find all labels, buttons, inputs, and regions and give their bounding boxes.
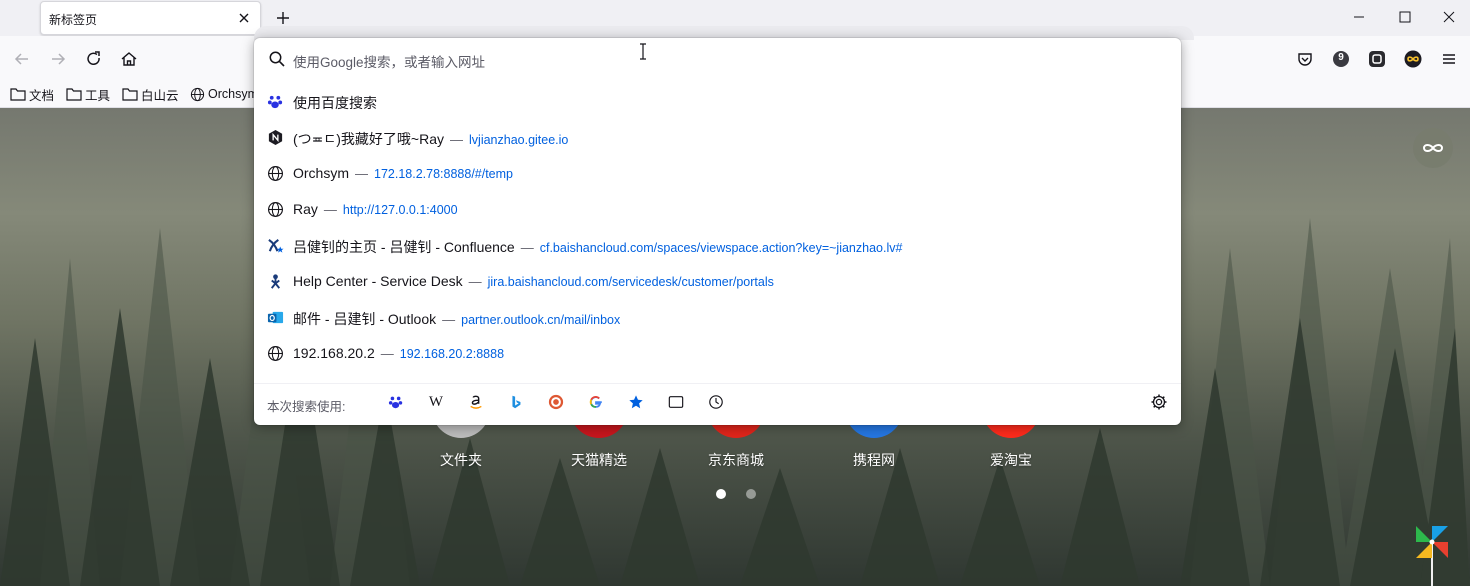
maximize-icon[interactable]	[1382, 6, 1428, 28]
result-url: lvjianzhao.gitee.io	[469, 133, 569, 147]
tab-title: 新标签页	[49, 13, 98, 27]
bookmark-label: 文档	[29, 88, 55, 103]
window-close-icon[interactable]	[1426, 6, 1470, 28]
globe-icon	[268, 346, 283, 361]
result-separator: —	[520, 240, 534, 255]
result-separator: —	[468, 274, 482, 289]
result-separator: —	[323, 202, 337, 217]
bookmark-folder-docs[interactable]: 文档	[10, 85, 54, 103]
text-cursor-icon	[640, 43, 646, 60]
tab-new-tab[interactable]: 新标签页	[40, 1, 261, 35]
bookmark-orchsym[interactable]: Orchsym	[190, 85, 258, 103]
bookmark-label: Orchsym	[208, 87, 258, 101]
folder-icon	[122, 88, 138, 101]
duckduckgo-icon[interactable]	[547, 393, 565, 411]
top-site-label[interactable]: 爱淘宝	[961, 450, 1061, 470]
bookmarks-star-icon[interactable]	[627, 393, 645, 411]
jira-icon	[270, 274, 281, 289]
urlbar-placeholder: 使用Google搜索，或者输入网址	[293, 55, 486, 70]
close-icon[interactable]	[236, 10, 252, 26]
n-site-icon	[268, 129, 283, 146]
result-url: jira.baishancloud.com/servicedesk/custom…	[487, 275, 774, 289]
top-site-label[interactable]: 京东商城	[686, 450, 786, 470]
top-site-label[interactable]: 天猫精选	[549, 450, 649, 470]
result-separator: —	[355, 166, 368, 181]
plus-icon[interactable]	[274, 9, 292, 27]
result-separator: —	[380, 346, 394, 361]
urlbar-popup: 使用Google搜索，或者输入网址 使用百度搜索 (つ≖ㄷ)我藏好了哦~Ray —…	[254, 38, 1181, 425]
result-row[interactable]: Ray — http://127.0.0.1:4000	[254, 192, 1181, 228]
top-site-label[interactable]: 携程网	[824, 450, 924, 470]
globe-icon	[268, 202, 283, 217]
result-url: cf.baishancloud.com/spaces/viewspace.act…	[539, 241, 903, 255]
menu-icon[interactable]	[1440, 50, 1458, 68]
reload-icon[interactable]	[85, 50, 103, 68]
bookmark-folder-tools[interactable]: 工具	[66, 85, 110, 103]
bookmark-label: 白山云	[141, 88, 179, 103]
folder-icon	[10, 88, 26, 101]
tabs-icon[interactable]	[667, 393, 685, 411]
result-separator: —	[450, 132, 464, 147]
bing-icon[interactable]	[507, 393, 525, 411]
extension-square-icon[interactable]	[1368, 50, 1386, 68]
engines-label: 本次搜索使用:	[267, 400, 346, 414]
globe-icon	[268, 166, 283, 181]
result-row[interactable]: 吕健钊的主页 - 吕健钊 - Confluence — cf.baishanclou…	[254, 228, 1181, 264]
result-url: http://127.0.0.1:4000	[342, 203, 458, 217]
infinity-extension-icon[interactable]	[1404, 50, 1422, 68]
result-separator: —	[442, 312, 456, 327]
badge-count: 9	[1338, 52, 1344, 63]
bookmark-folder-baishan[interactable]: 白山云	[122, 85, 179, 103]
infinity-button[interactable]	[1413, 128, 1453, 168]
amazon-icon[interactable]	[467, 393, 485, 411]
result-title: Help Center - Service Desk	[293, 273, 463, 289]
google-icon[interactable]	[587, 393, 605, 411]
result-row[interactable]: 192.168.20.2 — 192.168.20.2:8888	[254, 336, 1181, 372]
page-dot-active[interactable]	[716, 489, 726, 499]
confluence-icon	[268, 238, 284, 253]
baidu-icon[interactable]	[387, 393, 405, 411]
result-url: 172.18.2.78:8888/#/temp	[374, 167, 514, 181]
pocket-icon[interactable]	[1296, 50, 1314, 68]
baidu-icon	[267, 95, 283, 109]
result-url: 192.168.20.2:8888	[399, 347, 505, 361]
bookmark-label: 工具	[85, 88, 111, 103]
result-title: 使用百度搜索	[293, 95, 377, 111]
pinwheel-icon[interactable]	[1412, 522, 1452, 586]
result-title: 192.168.20.2	[293, 345, 375, 361]
globe-icon	[190, 87, 205, 101]
urlbar-input[interactable]: 使用Google搜索，或者输入网址	[254, 38, 1181, 80]
back-arrow-icon[interactable]	[13, 50, 31, 68]
result-row[interactable]: Help Center - Service Desk — jira.baishanc…	[254, 264, 1181, 300]
outlook-icon	[267, 311, 284, 324]
result-title: (つ≖ㄷ)我藏好了哦~Ray	[293, 131, 445, 147]
search-engines-bar: 本次搜索使用: W	[254, 383, 1181, 419]
result-row[interactable]: 使用百度搜索	[254, 84, 1181, 120]
wikipedia-icon[interactable]: W	[427, 393, 445, 411]
result-title: 邮件 - 吕建钊 - Outlook	[293, 311, 437, 327]
infinity-icon	[1422, 144, 1444, 152]
extension-badge[interactable]: 9	[1332, 50, 1350, 68]
top-site-label[interactable]: 文件夹	[411, 450, 511, 470]
result-row[interactable]: (つ≖ㄷ)我藏好了哦~Ray — lvjianzhao.gitee.io	[254, 120, 1181, 156]
result-title: Ray	[293, 201, 318, 217]
page-dot[interactable]	[746, 489, 756, 499]
forward-arrow-icon[interactable]	[49, 50, 67, 68]
result-url: partner.outlook.cn/mail/inbox	[461, 313, 621, 327]
gear-icon[interactable]	[1150, 393, 1168, 411]
wikipedia-glyph: W	[428, 393, 444, 410]
folder-icon	[66, 88, 82, 101]
result-title: Orchsym	[293, 165, 349, 181]
result-row[interactable]: 邮件 - 吕建钊 - Outlook — partner.outlook.cn/ma…	[254, 300, 1181, 336]
home-icon[interactable]	[120, 50, 138, 68]
minimize-icon[interactable]	[1336, 6, 1382, 28]
history-icon[interactable]	[707, 393, 725, 411]
result-title: 吕健钊的主页 - 吕健钊 - Confluence	[293, 239, 515, 255]
result-row[interactable]: Orchsym — 172.18.2.78:8888/#/temp	[254, 156, 1181, 192]
search-icon	[269, 51, 285, 67]
